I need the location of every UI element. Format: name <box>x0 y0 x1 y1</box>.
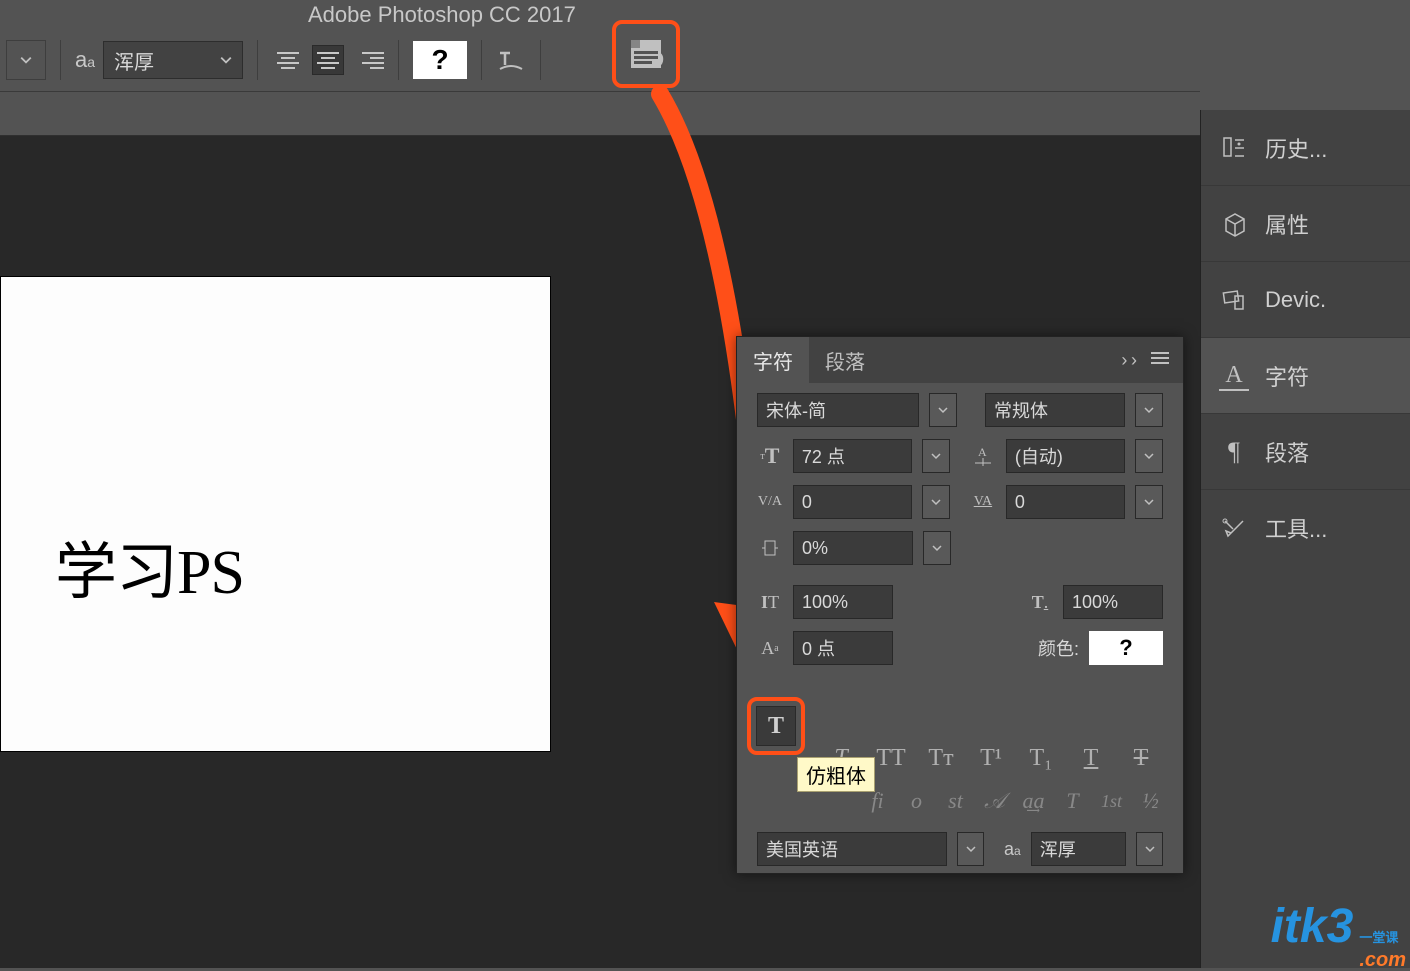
leading-chev[interactable] <box>1135 439 1163 473</box>
document-tab-strip <box>0 92 1200 136</box>
app-title: Adobe Photoshop CC 2017 <box>308 2 576 28</box>
watermark-zh: 一堂课 <box>1359 931 1398 944</box>
ot-fractions1[interactable]: 1st <box>1099 791 1124 812</box>
tracking-chev[interactable] <box>1135 485 1163 519</box>
tool-preset-chev[interactable] <box>6 40 46 80</box>
vscale-icon: IT <box>757 592 783 613</box>
panel-menu-icon[interactable] <box>1151 350 1169 371</box>
subscript[interactable]: T₁ <box>1023 745 1059 772</box>
rail-history-label: 历史... <box>1265 132 1327 164</box>
ot-fractions2[interactable]: ½ <box>1138 788 1163 814</box>
leading-icon: A <box>970 445 996 467</box>
text-color-swatch-panel[interactable]: ? <box>1089 631 1163 665</box>
right-panel-rail: 历史... 属性 Devic. A 字符 ¶ 段落 工具... <box>1200 110 1410 968</box>
panel-aa-icon: aa <box>1004 839 1021 860</box>
toggle-panels-highlight <box>612 20 680 88</box>
antialias-icon: aa <box>75 47 95 73</box>
strikethrough[interactable]: T <box>1123 745 1159 772</box>
rail-device[interactable]: Devic. <box>1201 262 1410 338</box>
font-style-field[interactable]: 常规体 <box>985 393 1125 427</box>
font-size-chev[interactable] <box>922 439 950 473</box>
kerning-icon: V/A <box>757 494 783 510</box>
device-icon <box>1219 285 1249 315</box>
size-icon: тT <box>757 443 783 469</box>
properties-icon <box>1219 209 1249 239</box>
tsume-field[interactable]: 0% <box>793 531 913 565</box>
rail-character-label: 字符 <box>1265 360 1309 392</box>
toggle-character-panel-button[interactable] <box>619 27 673 81</box>
rail-character[interactable]: A 字符 <box>1201 338 1410 414</box>
tracking-icon: VA <box>970 494 996 510</box>
baseline-icon: Aa <box>757 638 783 659</box>
tsume-icon <box>757 538 783 558</box>
faux-bold-highlight: T <box>747 697 805 755</box>
ot-discretionary[interactable]: st <box>943 788 968 814</box>
rail-history[interactable]: 历史... <box>1201 110 1410 186</box>
panel-expand-icon[interactable]: › › <box>1121 350 1137 371</box>
rail-device-label: Devic. <box>1265 287 1326 313</box>
character-panel: 字符 段落 › › 宋体-简 常规体 тT 72 点 A (自动) <box>736 336 1184 874</box>
antialias-select[interactable]: 浑厚 <box>103 41 243 79</box>
align-left-button[interactable] <box>272 45 304 75</box>
ot-titling[interactable]: T <box>1060 788 1085 814</box>
tracking-field[interactable]: 0 <box>1006 485 1125 519</box>
paragraph-icon: ¶ <box>1219 437 1249 467</box>
options-row: aa 浑厚 ? <box>0 30 679 90</box>
faux-bold-button[interactable]: T <box>756 706 796 746</box>
hscale-field[interactable]: 100% <box>1063 585 1163 619</box>
align-center-button[interactable] <box>312 45 344 75</box>
svg-text:A: A <box>978 445 987 459</box>
panel-tabs: 字符 段落 › › <box>737 337 1183 383</box>
vscale-field[interactable]: 100% <box>793 585 893 619</box>
antialias-value: 浑厚 <box>114 46 154 75</box>
tooltip-faux-bold: 仿粗体 <box>797 757 875 792</box>
ot-ordinals[interactable]: o <box>904 788 929 814</box>
superscript[interactable]: T¹ <box>973 745 1009 772</box>
underline[interactable]: T <box>1073 745 1109 772</box>
kerning-chev[interactable] <box>922 485 950 519</box>
language-chev[interactable] <box>957 832 984 866</box>
rail-tools[interactable]: 工具... <box>1201 490 1410 566</box>
options-bar: Adobe Photoshop CC 2017 aa 浑厚 <box>0 0 1200 92</box>
warp-text-icon[interactable] <box>496 45 526 75</box>
rail-paragraph[interactable]: ¶ 段落 <box>1201 414 1410 490</box>
character-icon: A <box>1219 361 1249 391</box>
baseline-field[interactable]: 0 点 <box>793 631 893 665</box>
watermark-com: .com <box>1359 950 1406 970</box>
leading-field[interactable]: (自动) <box>1006 439 1125 473</box>
color-label: 颜色: <box>1038 635 1079 661</box>
watermark-main: itk3 <box>1271 899 1354 954</box>
ot-swash[interactable]: 𝒜 <box>982 788 1007 814</box>
smallcaps[interactable]: Tᴛ <box>923 745 959 772</box>
tsume-chev[interactable] <box>923 531 951 565</box>
hscale-icon: T. <box>1027 592 1053 613</box>
font-family-field[interactable]: 宋体-简 <box>757 393 919 427</box>
panel-aa-chev[interactable] <box>1136 832 1163 866</box>
tab-paragraph[interactable]: 段落 <box>809 337 881 383</box>
kerning-field[interactable]: 0 <box>793 485 912 519</box>
rail-properties-label: 属性 <box>1265 208 1309 240</box>
font-style-chev[interactable] <box>1135 393 1163 427</box>
language-field[interactable]: 美国英语 <box>757 832 947 866</box>
tools-icon <box>1219 513 1249 543</box>
canvas[interactable]: 学习PS <box>0 276 551 752</box>
history-icon <box>1219 133 1249 163</box>
font-family-chev[interactable] <box>929 393 957 427</box>
tab-character[interactable]: 字符 <box>737 337 809 383</box>
allcaps[interactable]: TT <box>873 745 909 772</box>
font-size-field[interactable]: 72 点 <box>793 439 912 473</box>
ot-stylistic[interactable]: a͢a <box>1021 788 1046 814</box>
panel-aa-field[interactable]: 浑厚 <box>1031 832 1127 866</box>
rail-tools-label: 工具... <box>1265 512 1327 544</box>
canvas-text[interactable]: 学习PS <box>55 521 244 611</box>
watermark: itk3 一堂课 .com <box>1271 899 1406 964</box>
rail-properties[interactable]: 属性 <box>1201 186 1410 262</box>
rail-paragraph-label: 段落 <box>1265 436 1309 468</box>
align-right-button[interactable] <box>352 45 384 75</box>
text-color-swatch[interactable]: ? <box>413 41 467 79</box>
